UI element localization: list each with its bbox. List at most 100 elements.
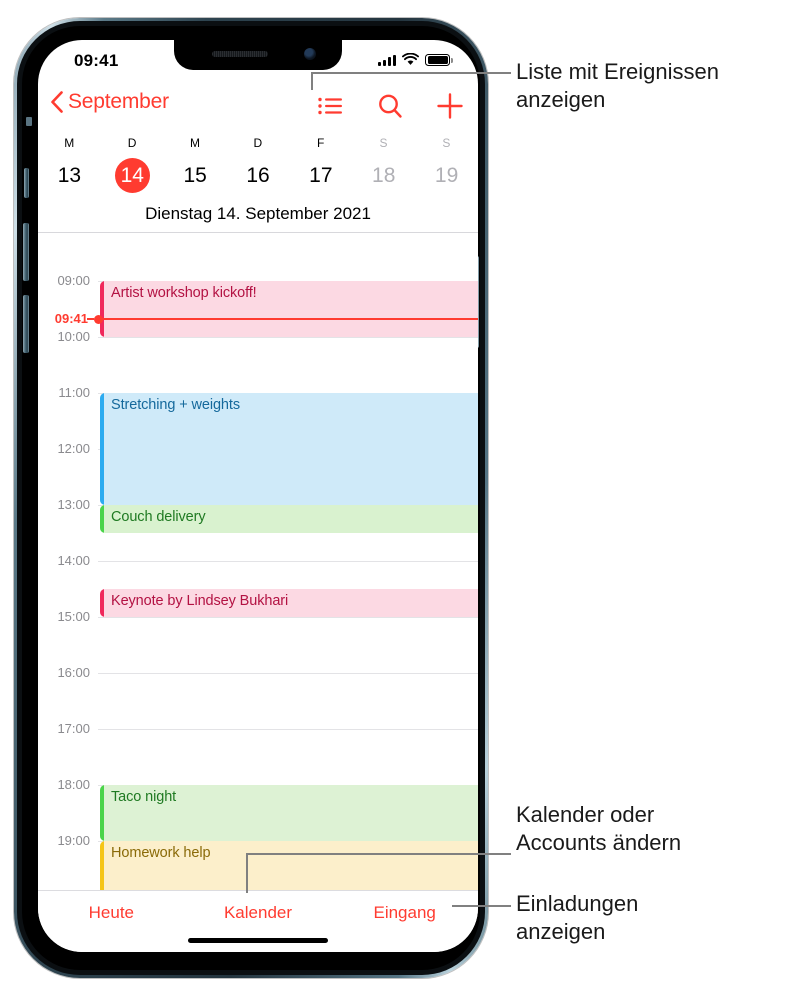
mute-switch[interactable] [24, 168, 29, 198]
event-color-bar [100, 393, 104, 505]
week-strip-date-row: 13 14 15 16 17 18 19 [38, 150, 478, 193]
navigation-bar: September [38, 84, 478, 134]
back-button-label: September [68, 90, 169, 113]
week-dow-cell: S [415, 136, 478, 150]
event-color-bar [100, 841, 104, 890]
callout-line-2: anzeigen [516, 86, 606, 112]
volume-down-button[interactable] [23, 295, 29, 353]
callout-line-2: anzeigen [516, 918, 606, 944]
screenshot-root: 09:41 September M D M D F S S 13 14 15 1… [0, 0, 806, 990]
callout-list-events: Liste mit Ereignissen anzeigen [516, 58, 802, 113]
week-dow-label: S [442, 136, 451, 150]
hour-label: 10:00 [57, 329, 90, 344]
tab-kalender[interactable]: Kalender [185, 903, 332, 923]
event-title: Homework help [111, 845, 211, 861]
current-time-line [98, 318, 478, 321]
chevron-left-icon [51, 91, 63, 113]
current-time-tick [87, 318, 94, 321]
phone-screen: 09:41 September M D M D F S S 13 14 15 1… [38, 40, 478, 952]
event-color-bar [100, 281, 104, 337]
week-day-15[interactable]: 15 [164, 150, 227, 193]
tab-heute[interactable]: Heute [38, 903, 185, 923]
volume-up-button[interactable] [23, 223, 29, 281]
week-dow-cell: S [352, 136, 415, 150]
event-color-bar [100, 505, 104, 533]
search-icon[interactable] [376, 92, 404, 120]
callout-leader-list-vertical [311, 72, 313, 90]
hour-label: 13:00 [57, 497, 90, 512]
hour-label: 11:00 [58, 385, 90, 400]
list-bullet-icon[interactable] [316, 92, 344, 120]
current-time-label: 09:41 [54, 311, 88, 327]
status-bar: 09:41 [38, 40, 478, 84]
week-dow-cell: F [289, 136, 352, 150]
week-day-19[interactable]: 19 [415, 150, 478, 193]
event-title: Keynote by Lindsey Bukhari [111, 593, 289, 609]
week-dow-label: D [253, 136, 263, 150]
callout-leader-list-horizontal [311, 72, 511, 74]
week-day-13[interactable]: 13 [38, 150, 101, 193]
week-day-number: 14 [114, 158, 150, 193]
hour-gridline [98, 617, 478, 618]
week-dow-label: M [189, 136, 201, 150]
status-bar-time: 09:41 [74, 51, 119, 70]
week-day-14-selected[interactable]: 14 [101, 150, 164, 193]
callout-change-calendar: Kalender oder Accounts ändern [516, 801, 802, 856]
week-day-number: 19 [434, 164, 459, 187]
calendar-event[interactable]: Artist workshop kickoff! [100, 281, 478, 337]
callout-line-1: Kalender oder [516, 802, 655, 827]
hour-label: 12:00 [57, 441, 90, 456]
hour-label: 14:00 [57, 553, 90, 568]
hour-label: 15:00 [57, 609, 90, 624]
hour-gridline [98, 561, 478, 562]
plus-icon[interactable] [436, 92, 464, 120]
frame-antenna-band-left [26, 117, 32, 126]
header-divider [38, 232, 478, 233]
week-day-number: 16 [246, 164, 270, 187]
home-indicator[interactable] [188, 938, 328, 943]
status-bar-indicators [378, 53, 453, 66]
week-day-17[interactable]: 17 [289, 150, 352, 193]
event-color-bar [100, 589, 104, 617]
hour-gridline [98, 337, 478, 338]
callout-leader-eingang [452, 905, 511, 907]
week-strip-dow-row: M D M D F S S [38, 136, 478, 150]
week-day-16[interactable]: 16 [227, 150, 290, 193]
week-dow-cell: D [101, 136, 164, 150]
calendar-event[interactable]: Keynote by Lindsey Bukhari [100, 589, 478, 617]
calendar-event[interactable]: Stretching + weights [100, 393, 478, 505]
week-dow-label: S [379, 136, 388, 150]
battery-icon [425, 53, 453, 66]
hour-label: 18:00 [57, 777, 90, 792]
day-view-grid[interactable]: 09:00 10:00 11:00 12:00 13:00 14:00 15:00 16:00… [38, 236, 478, 890]
callout-line-2: Accounts ändern [516, 829, 682, 855]
week-dow-cell: M [38, 136, 101, 150]
week-day-18[interactable]: 18 [352, 150, 415, 193]
back-button-september[interactable]: September [50, 90, 169, 114]
current-time-dot [94, 314, 103, 324]
week-strip: M D M D F S S 13 14 15 16 17 18 19 [38, 136, 478, 196]
week-dow-cell: D [227, 136, 290, 150]
event-title: Couch delivery [111, 509, 206, 525]
hour-label: 17:00 [57, 721, 90, 736]
week-dow-label: M [64, 136, 75, 150]
week-day-number: 17 [309, 164, 333, 187]
callout-leader-kalender-vertical [246, 853, 248, 893]
hour-gridline [98, 729, 478, 730]
display-notch [174, 40, 342, 70]
week-day-number: 15 [183, 164, 207, 187]
calendar-event[interactable]: Couch delivery [100, 505, 478, 533]
event-color-bar [100, 785, 104, 841]
nav-bar-actions [316, 92, 464, 120]
calendar-event[interactable]: Taco night [100, 785, 478, 841]
selected-date-caption: Dienstag 14. September 2021 [145, 204, 371, 223]
tab-bar: Heute Kalender Eingang [38, 890, 478, 952]
calendar-event[interactable]: Homework help [100, 841, 478, 890]
event-title: Artist workshop kickoff! [111, 285, 257, 301]
event-title: Stretching + weights [111, 397, 240, 413]
callout-line-1: Liste mit Ereignissen [516, 59, 719, 84]
week-day-number: 18 [372, 164, 396, 187]
callout-line-1: Einladungen [516, 891, 639, 916]
event-title: Taco night [111, 789, 177, 805]
callout-show-invitations: Einladungen anzeigen [516, 890, 802, 945]
